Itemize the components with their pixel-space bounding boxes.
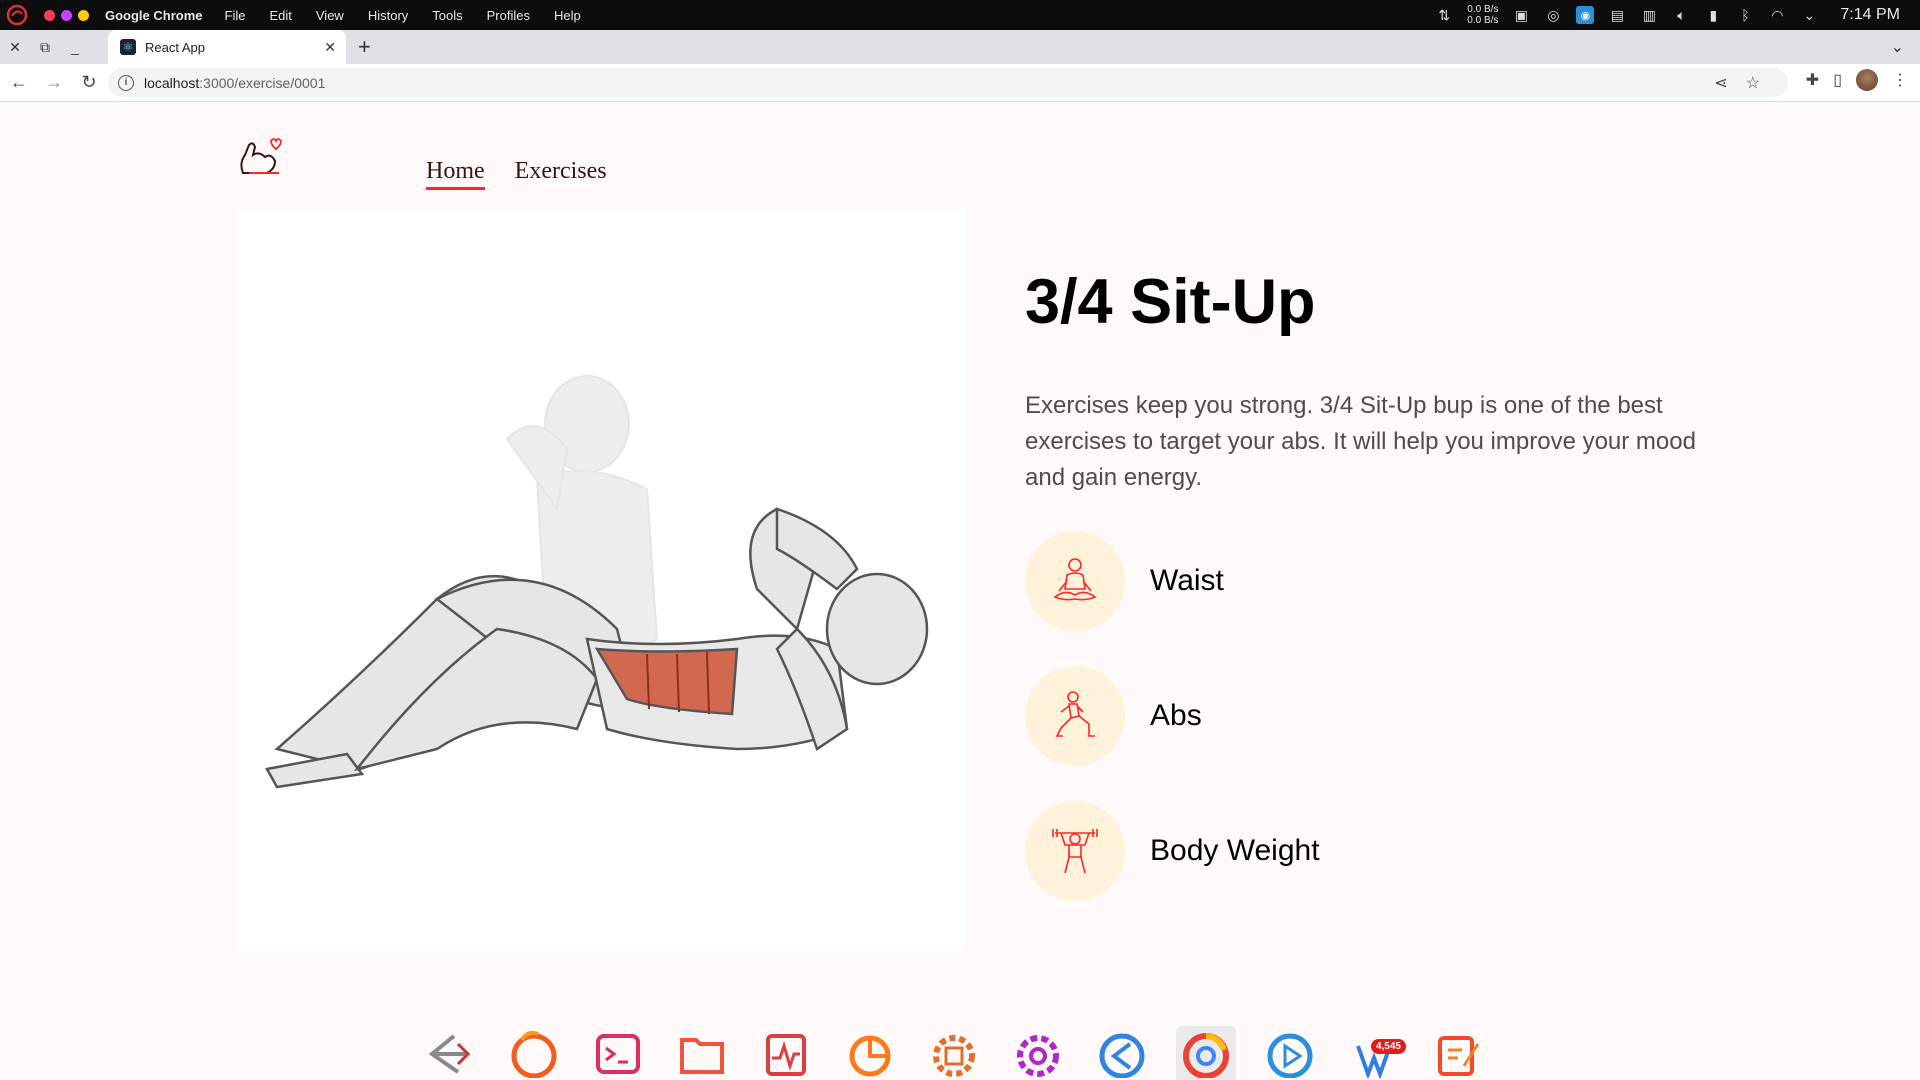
chrome-icon[interactable]: [1176, 1026, 1236, 1080]
files-icon[interactable]: [672, 1026, 732, 1080]
meditation-icon: [1025, 531, 1125, 631]
nav-home-link[interactable]: Home: [426, 158, 485, 190]
react-favicon-icon: ⚛: [120, 39, 136, 55]
url-host: localhost: [144, 74, 200, 91]
net-down-speed: 0.0 B/s: [1467, 4, 1499, 15]
tab-react-app[interactable]: ⚛ React App ✕: [108, 30, 346, 64]
situp-illustration: [265, 375, 929, 789]
tab-search-chevron-icon[interactable]: ⌄: [1891, 37, 1904, 57]
menu-profiles[interactable]: Profiles: [487, 8, 530, 23]
volume-icon[interactable]: 🔈︎: [1672, 6, 1690, 24]
site-nav: Home Exercises: [426, 158, 607, 190]
menu-tools[interactable]: Tools: [432, 8, 462, 23]
distro-logo-icon[interactable]: [4, 2, 30, 28]
menu-view[interactable]: View: [316, 8, 344, 23]
close-dot-icon[interactable]: [44, 9, 55, 21]
feedreader-icon[interactable]: 4,545: [1344, 1026, 1406, 1080]
screenshot-icon[interactable]: ◉: [1576, 6, 1595, 24]
toolbar-actions: ✚ ▯ ⋮: [1806, 69, 1908, 91]
detail-bodypart: Abs: [1025, 666, 1202, 766]
network-arrows-icon: ⇅: [1438, 6, 1451, 23]
browser-toolbar: ← → ↻ i localhost:3000/exercise/0001 ⋖ ☆…: [0, 64, 1920, 102]
video-player-icon[interactable]: [1260, 1026, 1320, 1080]
exercise-gif: [237, 209, 965, 951]
site-logo-icon[interactable]: [235, 133, 285, 183]
reload-icon[interactable]: ↻: [73, 67, 105, 99]
menu-help[interactable]: Help: [554, 8, 581, 23]
lunge-icon: [1025, 666, 1125, 766]
url-path: :3000/exercise/0001: [199, 74, 326, 91]
notification-icon[interactable]: ▣: [1512, 6, 1530, 24]
detail-label-target: Waist: [1150, 564, 1224, 597]
minimize-window-icon[interactable]: _: [60, 32, 90, 62]
wifi-icon[interactable]: ◠: [1768, 6, 1786, 24]
kebab-menu-icon[interactable]: ⋮: [1892, 70, 1908, 90]
close-window-icon[interactable]: ✕: [0, 32, 30, 62]
share-icon[interactable]: ⋖: [1714, 73, 1727, 93]
system-top-bar: Google Chrome File Edit View History Too…: [0, 0, 1920, 30]
profile-avatar[interactable]: [1856, 69, 1878, 91]
close-tab-icon[interactable]: ✕: [324, 39, 336, 56]
net-up-speed: 0.0 B/s: [1467, 15, 1499, 26]
browser-tab-strip: ✕ ⧉ _ ⚛ React App ✕ + ⌄: [0, 30, 1920, 64]
detail-label-equipment: Body Weight: [1150, 834, 1320, 867]
vscode-icon[interactable]: [1092, 1026, 1152, 1080]
menu-edit[interactable]: Edit: [269, 8, 291, 23]
system-monitor-icon[interactable]: [756, 1026, 816, 1080]
detail-equipment: Body Weight: [1025, 801, 1320, 901]
software-center-icon[interactable]: [924, 1026, 984, 1080]
clock[interactable]: 7:14 PM: [1840, 6, 1900, 24]
address-bar[interactable]: i localhost:3000/exercise/0001: [108, 68, 1788, 97]
forward-arrow-icon[interactable]: →: [38, 67, 70, 99]
nav-exercises-link[interactable]: Exercises: [515, 158, 607, 190]
disk-usage-icon[interactable]: [840, 1026, 900, 1080]
page-content: Home Exercises 3/4 Sit-Up Exercises keep…: [0, 103, 1920, 1080]
system-tray: ⇅ 0.0 B/s 0.0 B/s ▣ ◎ ◉ ▤ ▥ 🔈︎ ▮ ᛒ ◠ ⌄ 7…: [1435, 0, 1900, 30]
new-tab-icon[interactable]: +: [358, 34, 371, 60]
exercise-description: Exercises keep you strong. 3/4 Sit-Up bu…: [1025, 392, 1696, 491]
firefox-icon[interactable]: [504, 1026, 564, 1080]
side-panel-icon[interactable]: ▯: [1833, 70, 1842, 90]
weightlifter-icon: [1025, 801, 1125, 901]
app-menu: File Edit View History Tools Profiles He…: [225, 8, 581, 23]
linux-logo-icon[interactable]: [420, 1026, 480, 1080]
text-editor-icon[interactable]: [1428, 1026, 1488, 1080]
active-app-name: Google Chrome: [105, 7, 203, 23]
bluetooth-icon[interactable]: ᛒ: [1736, 6, 1754, 24]
extensions-puzzle-icon[interactable]: ✚: [1806, 70, 1819, 90]
battery-icon[interactable]: ▮: [1704, 6, 1722, 24]
maximize-dot-icon[interactable]: [78, 9, 89, 21]
site-info-icon[interactable]: i: [118, 74, 134, 91]
status-icon[interactable]: ◎: [1544, 6, 1562, 24]
back-arrow-icon[interactable]: ←: [3, 67, 35, 99]
app-dock: 4,545: [420, 1026, 1488, 1080]
clipboard-icon[interactable]: ▥: [1640, 6, 1658, 24]
notification-badge: 4,545: [1370, 1039, 1406, 1054]
tab-title: React App: [145, 39, 205, 55]
menu-file[interactable]: File: [225, 8, 246, 23]
omnibox-actions: ⋖ ☆: [1714, 73, 1760, 93]
menu-history[interactable]: History: [368, 8, 408, 23]
restore-window-icon[interactable]: ⧉: [30, 32, 60, 62]
detail-target: Waist: [1025, 531, 1224, 631]
detail-label-bodypart: Abs: [1150, 699, 1202, 732]
minimize-dot-icon[interactable]: [61, 9, 72, 21]
terminal-icon[interactable]: [588, 1026, 648, 1080]
settings-icon[interactable]: [1008, 1026, 1068, 1080]
window-controls: [44, 9, 89, 21]
recorder-icon[interactable]: ▤: [1608, 6, 1626, 24]
exercise-title: 3/4 Sit-Up: [1025, 267, 1316, 337]
network-speed: 0.0 B/s 0.0 B/s: [1467, 4, 1498, 26]
chevron-down-icon[interactable]: ⌄: [1800, 6, 1818, 24]
bookmark-star-icon[interactable]: ☆: [1746, 73, 1760, 93]
